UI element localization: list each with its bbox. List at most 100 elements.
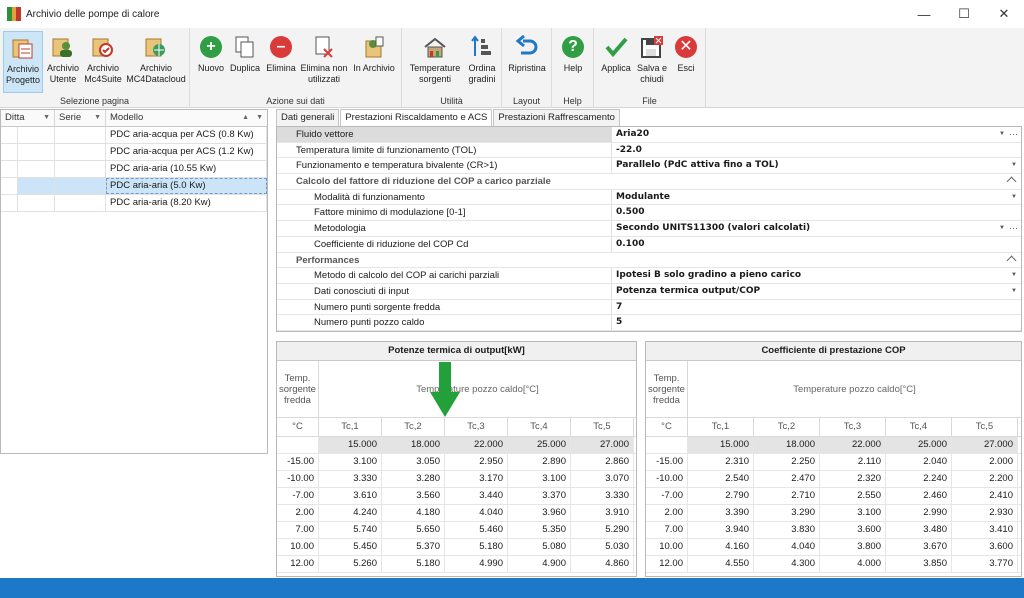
tab-prestazioni-raffrescamento[interactable]: Prestazioni Raffrescamento xyxy=(493,109,620,126)
category-performances[interactable]: Performances xyxy=(277,253,1021,269)
table-cell[interactable]: 3.960 xyxy=(508,505,571,521)
table-cell[interactable]: -15.00 xyxy=(646,454,688,470)
table-cell[interactable]: 3.290 xyxy=(754,505,820,521)
dropdown-icon[interactable]: ▼ xyxy=(1011,268,1017,283)
sort-asc-icon[interactable]: ▲ xyxy=(242,110,249,126)
esci-button[interactable]: ✕ Esci xyxy=(670,31,702,93)
table-row[interactable]: PDC aria-aria (8.20 Kw) xyxy=(1,195,267,212)
in-archivio-button[interactable]: In Archivio xyxy=(350,31,398,93)
filter-icon[interactable]: ▼ xyxy=(94,110,101,126)
table-cell[interactable]: 5.030 xyxy=(571,539,634,555)
property-dati-conosciuti[interactable]: Dati conosciuti di input Potenza termica… xyxy=(277,283,1021,300)
table-cell[interactable]: 3.600 xyxy=(952,539,1018,555)
nuovo-button[interactable]: + Nuovo xyxy=(196,31,226,93)
table-cell[interactable]: 2.550 xyxy=(820,488,886,504)
column-header-tc[interactable]: Tc,2 xyxy=(754,418,820,436)
table-cell[interactable]: 5.350 xyxy=(508,522,571,538)
table-cell[interactable]: 27.000 xyxy=(571,437,634,453)
table-cell[interactable]: 3.070 xyxy=(571,471,634,487)
property-metodo-calcolo[interactable]: Metodo di calcolo del COP ai carichi par… xyxy=(277,268,1021,284)
table-cell[interactable]: 4.180 xyxy=(382,505,445,521)
table-cell[interactable]: 2.00 xyxy=(277,505,319,521)
column-header-tc[interactable]: Tc,1 xyxy=(688,418,754,436)
duplica-button[interactable]: Duplica xyxy=(228,31,262,93)
minimize-button[interactable]: — xyxy=(904,0,944,28)
table-cell[interactable]: 4.550 xyxy=(688,556,754,572)
table-cell[interactable]: 2.460 xyxy=(886,488,952,504)
table-cell[interactable]: 3.370 xyxy=(508,488,571,504)
table-cell[interactable]: -10.00 xyxy=(646,471,688,487)
table-cell[interactable]: -15.00 xyxy=(277,454,319,470)
temperature-sorgenti-button[interactable]: Temperature sorgenti xyxy=(406,31,464,93)
property-modalita[interactable]: Modalità di funzionamento Modulante ▼ xyxy=(277,189,1021,206)
collapse-chevron-icon[interactable] xyxy=(1006,176,1017,187)
table-cell[interactable]: 3.800 xyxy=(820,539,886,555)
property-punti-sorgente[interactable]: Numero punti sorgente fredda 7 xyxy=(277,299,1021,316)
table-cell[interactable]: 3.830 xyxy=(754,522,820,538)
table-cell[interactable]: 4.040 xyxy=(445,505,508,521)
table-cell[interactable]: 18.000 xyxy=(382,437,445,453)
tab-prestazioni-riscaldamento[interactable]: Prestazioni Riscaldamento e ACS xyxy=(340,109,493,127)
elimina-non-utilizzati-button[interactable]: Elimina non utilizzati xyxy=(299,31,349,93)
dropdown-icon[interactable]: ▼ xyxy=(1011,284,1017,299)
ellipsis-icon[interactable]: ··· xyxy=(1009,221,1018,235)
table-cell[interactable]: 2.950 xyxy=(445,454,508,470)
ellipsis-icon[interactable]: ··· xyxy=(1009,127,1018,141)
table-cell[interactable]: 3.480 xyxy=(886,522,952,538)
property-punti-pozzo[interactable]: Numero punti pozzo caldo 5 xyxy=(277,315,1021,331)
property-fattore-minimo[interactable]: Fattore minimo di modulazione [0-1] 0.50… xyxy=(277,205,1021,222)
table-cell[interactable]: -10.00 xyxy=(277,471,319,487)
table-cell[interactable]: 4.300 xyxy=(754,556,820,572)
table-cell[interactable]: 4.000 xyxy=(820,556,886,572)
table-cell[interactable]: 5.180 xyxy=(382,556,445,572)
table-row[interactable]: PDC aria-acqua per ACS (0.8 Kw) xyxy=(1,127,267,144)
table-cell[interactable]: 2.110 xyxy=(820,454,886,470)
dropdown-icon[interactable]: ▼ xyxy=(1011,190,1017,205)
table-cell[interactable]: 4.900 xyxy=(508,556,571,572)
table-cell[interactable]: 3.850 xyxy=(886,556,952,572)
table-cell[interactable]: 5.290 xyxy=(571,522,634,538)
property-fluido-vettore[interactable]: Fluido vettore Aria20 ▼ ··· xyxy=(277,127,1021,143)
table-cell[interactable]: 3.330 xyxy=(571,488,634,504)
column-header-serie[interactable]: Serie ▼ xyxy=(55,110,106,126)
table-cell[interactable]: 2.470 xyxy=(754,471,820,487)
table-cell[interactable]: 2.200 xyxy=(952,471,1018,487)
table-cell[interactable]: 2.00 xyxy=(646,505,688,521)
column-header-tc[interactable]: Tc,5 xyxy=(952,418,1018,436)
filter-icon[interactable]: ▼ xyxy=(256,110,263,126)
column-header-tc[interactable]: Tc,2 xyxy=(382,418,445,436)
table-cell[interactable]: 4.860 xyxy=(571,556,634,572)
table-cell[interactable]: 2.320 xyxy=(820,471,886,487)
applica-button[interactable]: Applica xyxy=(598,31,634,93)
table-cell[interactable]: 3.100 xyxy=(820,505,886,521)
table-cell[interactable]: 15.000 xyxy=(688,437,754,453)
table-cell[interactable]: 2.930 xyxy=(952,505,1018,521)
table-cell[interactable]: 3.600 xyxy=(820,522,886,538)
table-cell[interactable]: 2.250 xyxy=(754,454,820,470)
table-cell[interactable]: 3.910 xyxy=(571,505,634,521)
help-button[interactable]: ? Help xyxy=(556,31,590,93)
table-cell[interactable]: 3.940 xyxy=(688,522,754,538)
table-cell[interactable]: 22.000 xyxy=(820,437,886,453)
column-header-ditta[interactable]: Ditta ▼ xyxy=(1,110,55,126)
table-cell[interactable]: 2.890 xyxy=(508,454,571,470)
table-row[interactable]: PDC aria-acqua per ACS (1.2 Kw) xyxy=(1,144,267,161)
dropdown-icon[interactable]: ▼ xyxy=(999,221,1005,236)
table-cell[interactable]: 27.000 xyxy=(952,437,1018,453)
dropdown-icon[interactable]: ▼ xyxy=(999,127,1005,142)
table-cell[interactable]: 2.040 xyxy=(886,454,952,470)
table-cell[interactable]: 5.740 xyxy=(319,522,382,538)
ordina-gradini-button[interactable]: Ordina gradini xyxy=(465,31,499,93)
table-cell[interactable]: 3.050 xyxy=(382,454,445,470)
table-cell[interactable]: 3.770 xyxy=(952,556,1018,572)
tab-dati-generali[interactable]: Dati generali xyxy=(276,109,340,126)
dropdown-icon[interactable]: ▼ xyxy=(1011,158,1017,173)
table-cell[interactable]: 25.000 xyxy=(886,437,952,453)
table-cell[interactable]: 2.240 xyxy=(886,471,952,487)
ripristina-button[interactable]: Ripristina xyxy=(506,31,548,93)
table-cell[interactable]: -7.00 xyxy=(646,488,688,504)
table-cell[interactable]: 7.00 xyxy=(646,522,688,538)
column-header-tc[interactable]: Tc,1 xyxy=(319,418,382,436)
archivio-utente-button[interactable]: Archivio Utente xyxy=(44,31,82,93)
table-cell[interactable]: 2.310 xyxy=(688,454,754,470)
